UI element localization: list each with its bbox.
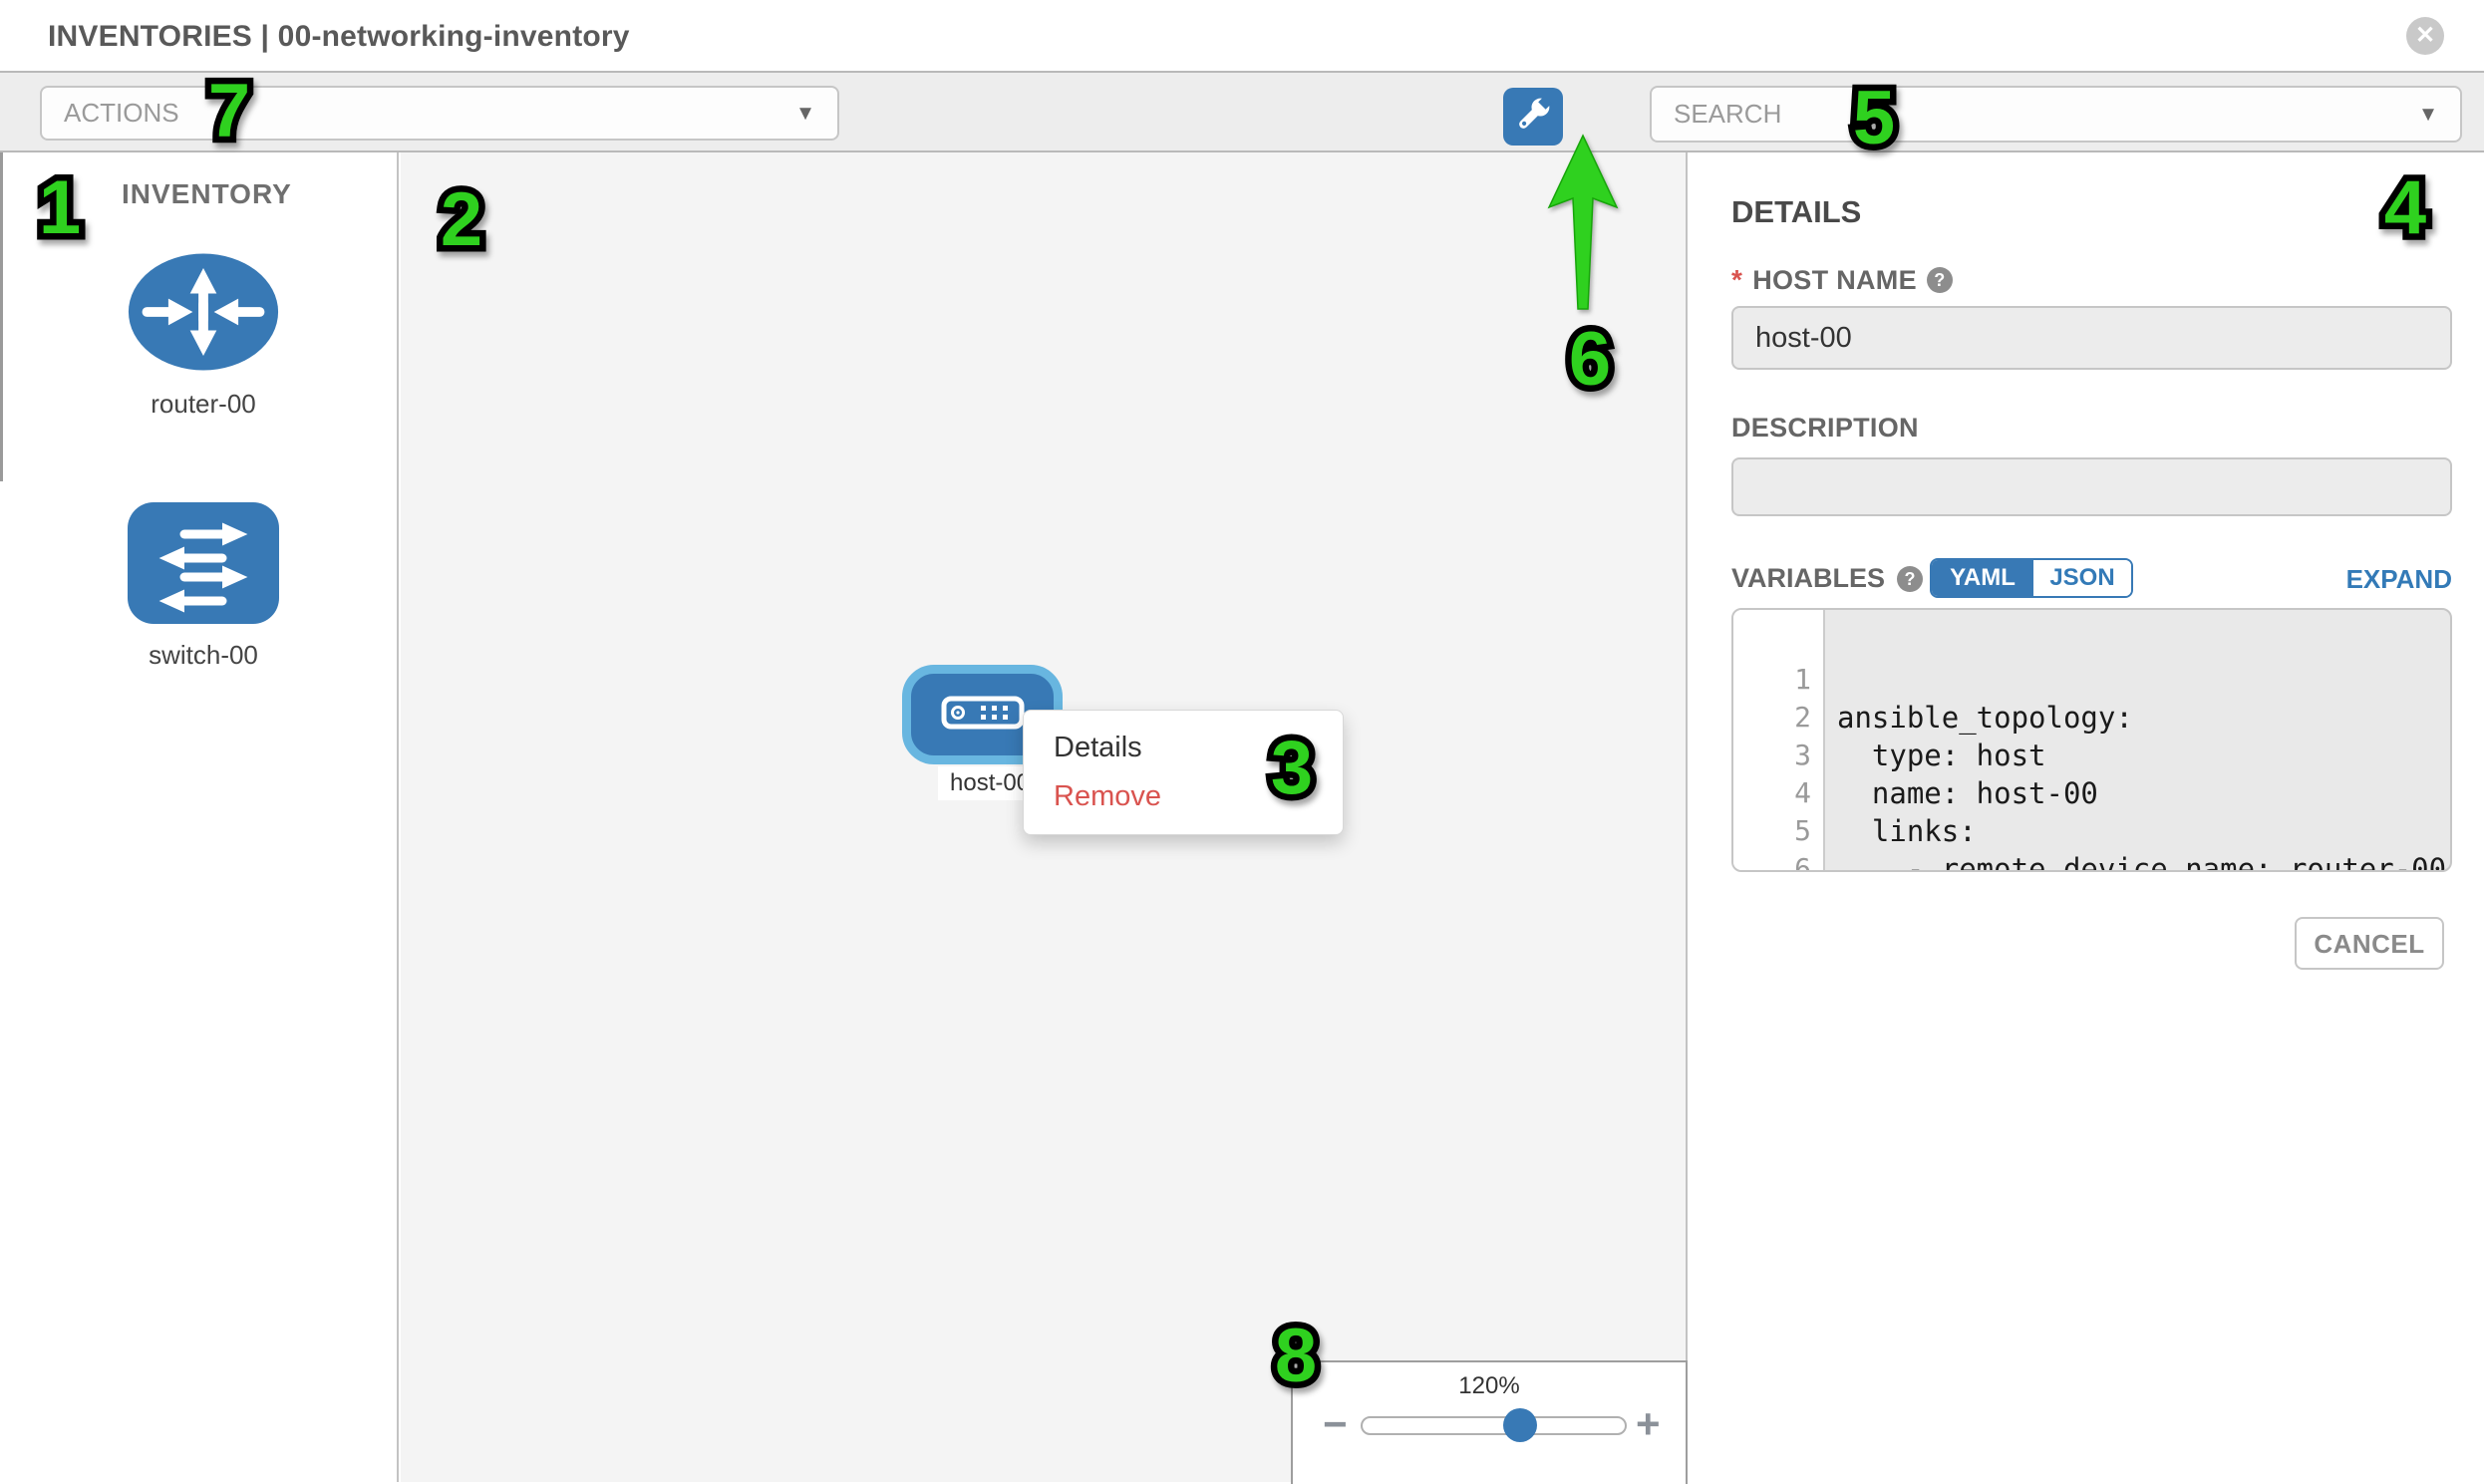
- variables-label-wrap: VARIABLES ?: [1731, 563, 1923, 594]
- line-code: - remote_device_name: router-00: [1837, 850, 2450, 872]
- search-dropdown[interactable]: SEARCH ▾: [1650, 86, 2462, 143]
- topology-canvas[interactable]: host-00 Details Remove 120% − +: [401, 152, 1688, 1482]
- actions-dropdown[interactable]: ACTIONS ▾: [40, 86, 839, 141]
- zoom-in-button[interactable]: +: [1636, 1400, 1661, 1448]
- help-icon[interactable]: ?: [1897, 566, 1923, 592]
- line-code: name: host-00: [1837, 774, 2450, 812]
- line-number: 5: [1733, 812, 1811, 850]
- zoom-out-button[interactable]: −: [1323, 1400, 1348, 1448]
- code-line: 2 type: host: [1733, 661, 2450, 699]
- chevron-down-icon: ▾: [2422, 99, 2434, 128]
- host-icon: [941, 696, 1025, 735]
- format-toggle: YAML JSON: [1930, 558, 2133, 598]
- variables-row: VARIABLES ? YAML JSON EXPAND: [1731, 558, 2452, 598]
- zoom-control: 120% − +: [1291, 1360, 1688, 1484]
- chevron-down-icon: ▾: [799, 98, 811, 127]
- page-title: INVENTORIES | 00-networking-inventory: [48, 0, 630, 71]
- line-number: 1: [1733, 661, 1811, 699]
- host-name-input[interactable]: [1731, 306, 2452, 370]
- sidebar-item-switch[interactable]: switch-00: [92, 501, 315, 671]
- expand-link[interactable]: EXPAND: [2346, 564, 2452, 595]
- toggle-yaml[interactable]: YAML: [1932, 560, 2033, 596]
- header-bar: INVENTORIES | 00-networking-inventory ✕: [0, 0, 2484, 71]
- actions-dropdown-label: ACTIONS: [64, 88, 179, 139]
- zoom-slider-track[interactable]: [1361, 1416, 1627, 1435]
- description-label-text: DESCRIPTION: [1731, 413, 1919, 444]
- description-input[interactable]: [1731, 457, 2452, 516]
- router-label: router-00: [92, 389, 315, 420]
- zoom-slider-thumb[interactable]: [1503, 1408, 1537, 1442]
- switch-label: switch-00: [92, 640, 315, 671]
- help-icon[interactable]: ?: [1927, 267, 1953, 293]
- router-icon: [126, 361, 281, 378]
- editor-lines: 1 ansible_topology: 2 type: host 3 name:…: [1733, 623, 2450, 872]
- inventory-sidebar: INVENTORY router-00: [0, 152, 399, 1482]
- line-code: links:: [1837, 812, 2450, 850]
- cancel-button[interactable]: CANCEL: [2295, 917, 2444, 970]
- code-line: 1 ansible_topology:: [1733, 623, 2450, 661]
- zoom-percentage: 120%: [1293, 1372, 1686, 1400]
- inventory-heading: INVENTORY: [122, 178, 292, 210]
- host-name-label-row: * HOST NAME ?: [1731, 264, 1953, 296]
- toggle-json[interactable]: JSON: [2033, 560, 2131, 596]
- line-number: 3: [1733, 737, 1811, 774]
- line-code: ansible_topology:: [1837, 699, 2450, 737]
- details-panel: DETAILS * HOST NAME ? DESCRIPTION VARIAB…: [1690, 152, 2484, 1482]
- search-dropdown-label: SEARCH: [1674, 88, 1781, 141]
- node-context-menu: Details Remove: [1023, 710, 1344, 835]
- description-label: DESCRIPTION: [1731, 413, 1919, 444]
- switch-icon: [127, 612, 280, 629]
- configure-tools-button[interactable]: [1503, 88, 1563, 146]
- details-heading: DETAILS: [1731, 194, 1861, 230]
- menu-item-details[interactable]: Details: [1024, 724, 1343, 772]
- sidebar-item-router[interactable]: router-00: [92, 250, 315, 420]
- line-number: 6: [1733, 850, 1811, 872]
- variables-editor[interactable]: 1 ansible_topology: 2 type: host 3 name:…: [1731, 608, 2452, 872]
- menu-item-remove[interactable]: Remove: [1024, 772, 1343, 821]
- close-icon[interactable]: ✕: [2406, 17, 2444, 55]
- wrench-icon: [1512, 94, 1554, 141]
- sidebar-scrollbar[interactable]: [0, 152, 3, 481]
- host-name-label: HOST NAME: [1752, 265, 1917, 296]
- toolbar: ACTIONS ▾: [0, 71, 2484, 152]
- line-number: 2: [1733, 699, 1811, 737]
- required-asterisk: *: [1731, 264, 1742, 296]
- main-area: INVENTORY router-00: [0, 152, 2484, 1482]
- line-number: 4: [1733, 774, 1811, 812]
- variables-label: VARIABLES: [1731, 563, 1885, 594]
- line-code: type: host: [1837, 737, 2450, 774]
